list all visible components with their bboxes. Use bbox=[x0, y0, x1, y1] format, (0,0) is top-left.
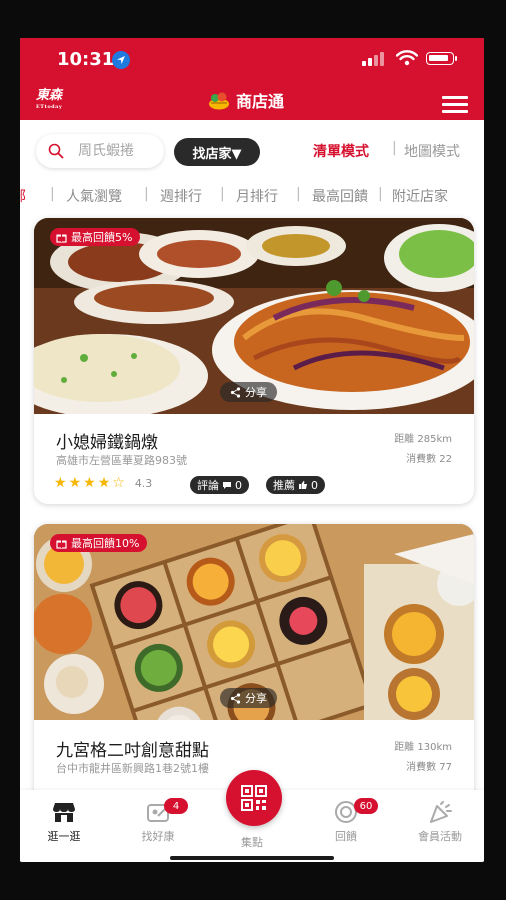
share-icon bbox=[230, 386, 241, 398]
find-store-button[interactable]: 找店家▼ bbox=[174, 138, 260, 166]
status-time: 10:31 bbox=[57, 49, 115, 70]
nav-deals[interactable]: 4 找好康 bbox=[118, 798, 198, 844]
nav-rebate[interactable]: 60 回饋 bbox=[306, 798, 386, 844]
thumbs-up-icon bbox=[299, 481, 307, 489]
store-distance: 距離 130km bbox=[394, 742, 452, 753]
tab-popular[interactable]: 人氣瀏覽 bbox=[66, 186, 122, 206]
home-indicator[interactable] bbox=[170, 856, 334, 860]
tab-monthly[interactable]: 月排行 bbox=[236, 186, 278, 206]
wifi-icon bbox=[396, 50, 418, 66]
hamburger-menu-icon[interactable] bbox=[442, 96, 468, 114]
gift-icon bbox=[56, 540, 67, 549]
star-icon: ★ bbox=[97, 475, 111, 491]
nav-label: 找好康 bbox=[141, 830, 175, 843]
phone-screen: 10:31 東森 ETtoday 商店通 周氏蝦捲 找店家▼ 清單模式 | 地圖… bbox=[20, 38, 484, 862]
share-button[interactable]: 分享 bbox=[220, 382, 277, 402]
store-icon bbox=[53, 803, 75, 822]
rebate-text: 最高回饋10% bbox=[71, 537, 140, 550]
recommend-count: 0 bbox=[311, 478, 318, 492]
deals-badge: 4 bbox=[164, 798, 188, 814]
tab-highest-rebate[interactable]: 最高回饋 bbox=[312, 186, 368, 206]
search-input[interactable] bbox=[78, 140, 156, 162]
search-box[interactable] bbox=[36, 134, 164, 168]
tab-nearby[interactable]: 附近店家 bbox=[392, 186, 448, 206]
recommend-label: 推薦 bbox=[273, 479, 295, 492]
qr-scan-button[interactable] bbox=[226, 770, 282, 826]
mode-separator: | bbox=[392, 140, 397, 156]
comment-icon bbox=[223, 481, 231, 489]
reviews-count: 0 bbox=[235, 478, 242, 492]
logo-text: 東森 bbox=[36, 88, 63, 103]
share-icon bbox=[230, 692, 241, 704]
app-header: 東森 ETtoday 商店通 bbox=[20, 80, 484, 120]
share-label: 分享 bbox=[245, 386, 267, 399]
qr-code-icon bbox=[241, 785, 267, 811]
store-address: 高雄市左營區華夏路983號 bbox=[56, 454, 187, 467]
app-title: 商店通 bbox=[236, 92, 285, 111]
tab-all[interactable]: 全部 bbox=[20, 186, 26, 206]
half-star-icon: ☆ bbox=[112, 475, 125, 491]
store-spend-count: 消費數 77 bbox=[406, 762, 452, 773]
rebate-badge: 最高回饋10% bbox=[50, 534, 148, 552]
location-arrow-icon bbox=[112, 51, 130, 69]
nav-label: 會員活動 bbox=[418, 830, 462, 843]
nav-label: 集點 bbox=[241, 836, 263, 849]
category-tabs: 全部 | 人氣瀏覽 | 週排行 | 月排行 | 最高回饋 | 附近店家 bbox=[20, 182, 484, 208]
store-name[interactable]: 小媳婦鐵鍋燉 bbox=[56, 428, 158, 453]
nav-label: 回饋 bbox=[335, 830, 357, 843]
rebate-text: 最高回饋5% bbox=[71, 231, 133, 244]
rating-stars: ★ ★ ★ ★ ☆ 4.3 bbox=[54, 474, 152, 492]
tab-weekly[interactable]: 週排行 bbox=[160, 186, 202, 206]
nav-points[interactable]: 集點 bbox=[212, 834, 292, 850]
star-icon: ★ bbox=[54, 475, 67, 491]
star-icon: ★ bbox=[83, 475, 96, 491]
recommend-button[interactable]: 推薦 0 bbox=[266, 476, 325, 494]
nav-explore[interactable]: 逛一逛 bbox=[24, 800, 104, 844]
store-address: 台中市龍井區新興路1巷2號1樓 bbox=[56, 762, 209, 775]
logo-subtext: ETtoday bbox=[36, 104, 63, 110]
rebate-badge: 最高回饋5% bbox=[50, 228, 141, 246]
map-mode-toggle[interactable]: 地圖模式 bbox=[404, 141, 460, 161]
gift-icon bbox=[56, 234, 67, 243]
nav-label: 逛一逛 bbox=[47, 830, 81, 843]
ettoday-logo[interactable]: 東森 ETtoday bbox=[36, 88, 66, 114]
party-popper-icon bbox=[430, 801, 452, 823]
share-label: 分享 bbox=[245, 692, 267, 705]
rebate-badge-count: 60 bbox=[354, 798, 378, 814]
app-brand: 商店通 bbox=[208, 89, 284, 111]
status-bar: 10:31 bbox=[20, 38, 484, 80]
search-icon bbox=[48, 143, 64, 159]
share-button[interactable]: 分享 bbox=[220, 688, 277, 708]
reviews-button[interactable]: 評論 0 bbox=[190, 476, 249, 494]
cellular-signal-icon bbox=[362, 52, 384, 66]
store-basket-icon bbox=[209, 92, 229, 110]
rating-value: 4.3 bbox=[134, 476, 153, 490]
store-card[interactable]: 最高回饋5% 分享 小媳婦鐵鍋燉 高雄市左營區華夏路983號 距離 285km … bbox=[34, 218, 474, 504]
store-name[interactable]: 九宮格二吋創意甜點 bbox=[56, 736, 209, 761]
reviews-label: 評論 bbox=[197, 479, 219, 492]
battery-icon bbox=[426, 52, 454, 65]
store-distance: 距離 285km bbox=[394, 434, 452, 445]
battery-tip bbox=[455, 56, 457, 61]
list-mode-toggle[interactable]: 清單模式 bbox=[313, 141, 369, 161]
star-icon: ★ bbox=[68, 475, 82, 491]
nav-member-events[interactable]: 會員活動 bbox=[400, 800, 480, 844]
store-spend-count: 消費數 22 bbox=[406, 454, 452, 465]
